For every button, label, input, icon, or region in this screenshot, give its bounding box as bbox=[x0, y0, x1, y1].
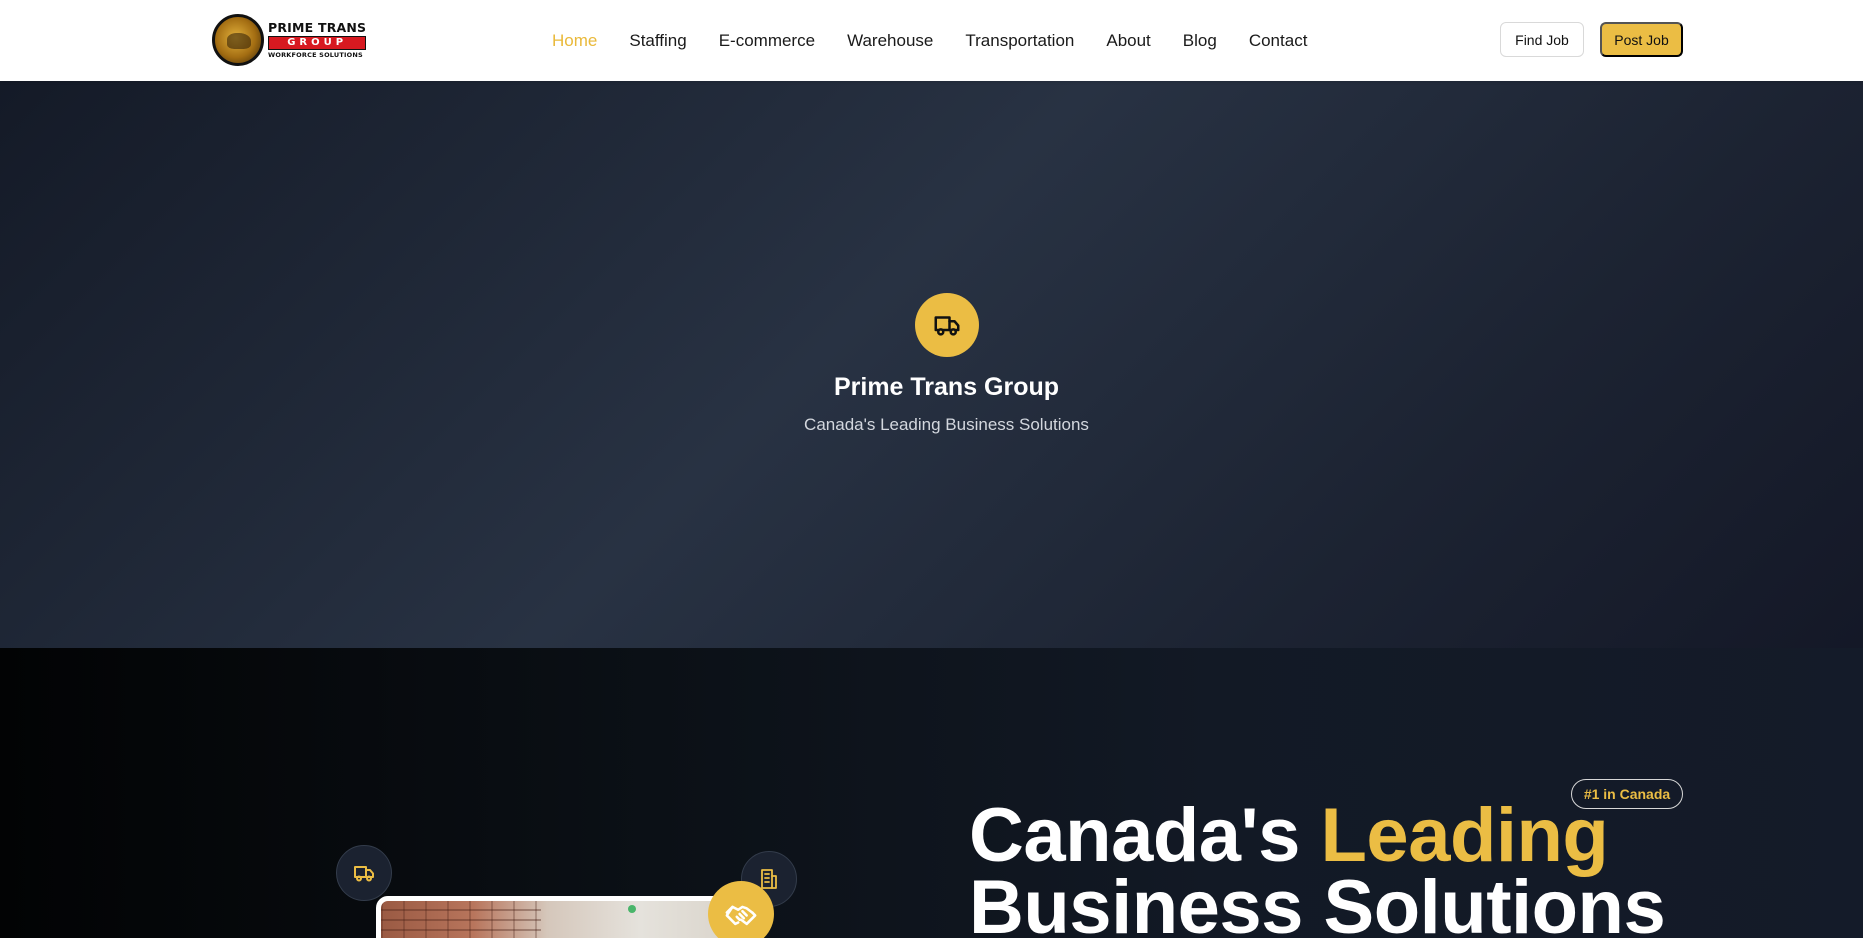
truck-icon bbox=[915, 293, 979, 357]
nav-item-home[interactable]: Home bbox=[552, 31, 597, 51]
hero-section: #1 in Canada Canada's Leading Business S… bbox=[0, 648, 1863, 938]
nav-item-transportation[interactable]: Transportation bbox=[965, 31, 1074, 51]
find-job-button[interactable]: Find Job bbox=[1500, 22, 1584, 57]
splash-title: Prime Trans Group bbox=[833, 373, 1060, 401]
bull-logo-icon bbox=[212, 14, 264, 66]
logo-line-3: WORKFORCE SOLUTIONS bbox=[268, 51, 363, 59]
headline-line-2: Business Solutions bbox=[969, 865, 1666, 938]
post-job-button[interactable]: Post Job bbox=[1600, 22, 1683, 57]
nav-item-warehouse[interactable]: Warehouse bbox=[847, 31, 933, 51]
nav-item-contact[interactable]: Contact bbox=[1249, 31, 1308, 51]
nav-item-blog[interactable]: Blog bbox=[1183, 31, 1217, 51]
handshake-icon bbox=[708, 881, 774, 938]
nav-item-staffing[interactable]: Staffing bbox=[629, 31, 686, 51]
photo-status-light bbox=[628, 905, 636, 913]
photo-brick-wall bbox=[381, 901, 541, 938]
main-nav: Home Staffing E-commerce Warehouse Trans… bbox=[552, 0, 1339, 81]
loading-splash: Prime Trans Group Canada's Leading Busin… bbox=[0, 81, 1863, 648]
nav-item-ecommerce[interactable]: E-commerce bbox=[719, 31, 815, 51]
brand-logo[interactable]: PRIME TRANS GROUP WORKFORCE SOLUTIONS bbox=[212, 13, 372, 67]
hero-photo bbox=[376, 896, 756, 938]
site-header: PRIME TRANS GROUP WORKFORCE SOLUTIONS Ho… bbox=[0, 0, 1863, 81]
logo-line-2: GROUP bbox=[268, 36, 367, 50]
hero-headline: Canada's Leading Business Solutions bbox=[969, 798, 1666, 938]
logo-wordmark: PRIME TRANS GROUP WORKFORCE SOLUTIONS bbox=[268, 19, 367, 59]
splash-subtitle: Canada's Leading Business Solutions bbox=[804, 415, 1089, 434]
logo-line-1: PRIME TRANS bbox=[268, 19, 367, 35]
truck-icon bbox=[336, 845, 392, 901]
nav-item-about[interactable]: About bbox=[1106, 31, 1150, 51]
